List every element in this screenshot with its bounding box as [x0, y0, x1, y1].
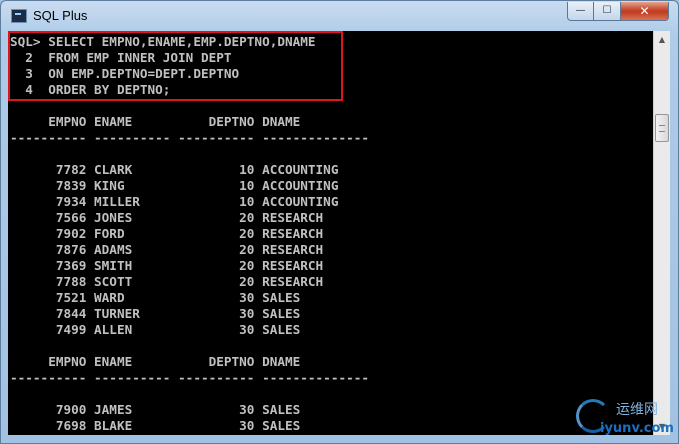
result-row: 7566 JONES 20 RESEARCH	[10, 210, 324, 225]
result-row: 7902 FORD 20 RESEARCH	[10, 226, 324, 241]
sql-query-line: 2 FROM EMP INNER JOIN DEPT	[10, 50, 232, 65]
title-bar[interactable]: SQL Plus — ☐ ✕	[1, 1, 678, 31]
result-row: 7369 SMITH 20 RESEARCH	[10, 258, 324, 273]
result-row: 7934 MILLER 10 ACCOUNTING	[10, 194, 339, 209]
result-row: 7499 ALLEN 30 SALES	[10, 322, 301, 337]
result-separator: ---------- ---------- ---------- -------…	[10, 370, 370, 385]
result-separator: ---------- ---------- ---------- -------…	[10, 130, 370, 145]
console-output[interactable]: SQL> SELECT EMPNO,ENAME,EMP.DEPTNO,DNAME…	[8, 31, 653, 435]
sql-query-line: SQL> SELECT EMPNO,ENAME,EMP.DEPTNO,DNAME	[10, 34, 316, 49]
result-row: 7788 SCOTT 20 RESEARCH	[10, 274, 324, 289]
watermark-domain: iyunv.com	[600, 421, 674, 436]
maximize-button[interactable]: ☐	[594, 2, 621, 21]
scroll-thumb[interactable]	[655, 114, 669, 142]
result-row: 7900 JAMES 30 SALES	[10, 402, 301, 417]
result-row: 7782 CLARK 10 ACCOUNTING	[10, 162, 339, 177]
sqlplus-window: SQL Plus — ☐ ✕ SQL> SELECT EMPNO,ENAME,E…	[0, 0, 679, 444]
sqlplus-app-icon[interactable]	[11, 9, 27, 23]
sql-query-line: 4 ORDER BY DEPTNO;	[10, 82, 171, 97]
result-row: 7521 WARD 30 SALES	[10, 290, 301, 305]
result-column-header: EMPNO ENAME DEPTNO DNAME	[10, 354, 301, 369]
result-row: 7876 ADAMS 20 RESEARCH	[10, 242, 324, 257]
result-column-header: EMPNO ENAME DEPTNO DNAME	[10, 114, 301, 129]
window-title: SQL Plus	[33, 8, 88, 23]
result-row: 7839 KING 10 ACCOUNTING	[10, 178, 339, 193]
scroll-up-arrow-icon[interactable]: ▲	[654, 31, 670, 48]
minimize-button[interactable]: —	[567, 2, 594, 21]
vertical-scrollbar[interactable]: ▲ ▼	[653, 31, 670, 435]
result-row: 7698 BLAKE 30 SALES	[10, 418, 301, 433]
watermark: 运维网 iyunv.com	[572, 395, 674, 439]
result-row: 7844 TURNER 30 SALES	[10, 306, 301, 321]
result-row: 7654 MARTIN 30 SALES	[10, 434, 300, 435]
close-button[interactable]: ✕	[621, 2, 669, 21]
sql-query-line: 3 ON EMP.DEPTNO=DEPT.DEPTNO	[10, 66, 240, 81]
watermark-text: 运维网	[616, 402, 658, 418]
